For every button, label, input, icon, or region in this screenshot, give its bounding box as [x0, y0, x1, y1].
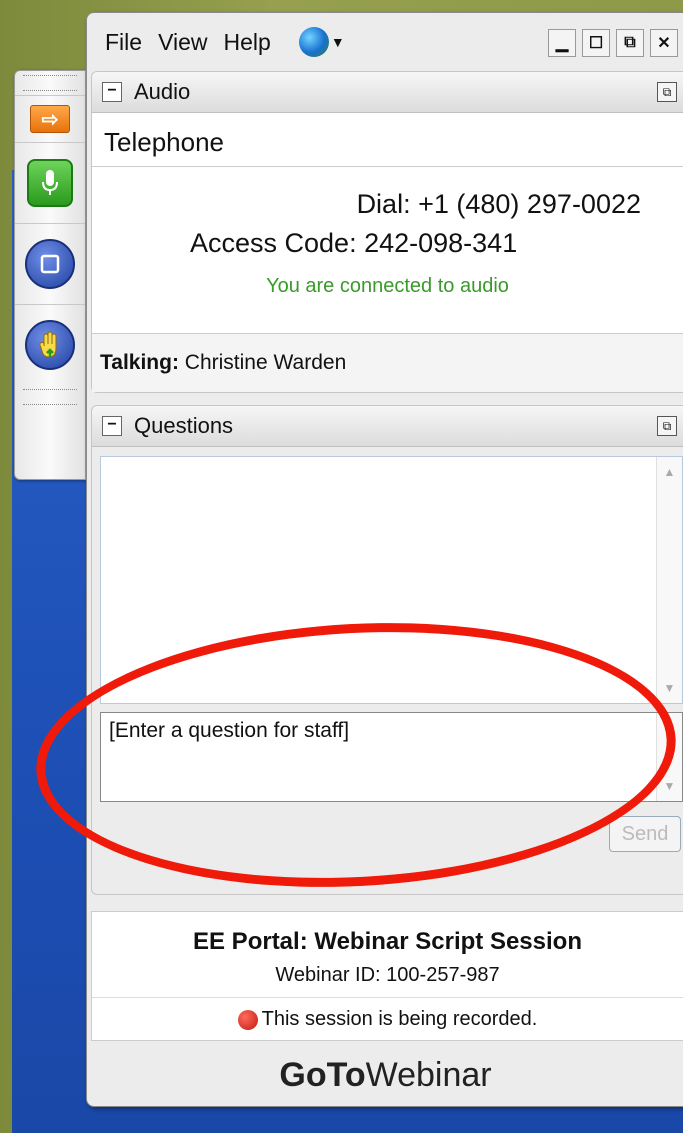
webinar-id: Webinar ID: 100-257-987	[92, 964, 683, 998]
popout-icon[interactable]: ⧉	[657, 82, 677, 102]
audio-title: Audio	[134, 79, 191, 104]
window-controls: ▁ ☐ ⧉ ✕	[548, 29, 678, 57]
scrollbar[interactable]: ▲ ▼	[656, 457, 682, 703]
audio-mode[interactable]: Telephone	[92, 113, 683, 167]
questions-title: Questions	[134, 413, 234, 438]
hand-glyph	[39, 331, 57, 358]
chevron-down-icon[interactable]: ▼	[331, 34, 345, 50]
record-icon	[237, 1009, 258, 1030]
microphone-glyph	[42, 170, 58, 195]
audio-status: You are connected to audio	[266, 275, 509, 297]
maximize-button[interactable]: ☐	[582, 29, 610, 57]
toolbar-cell-hand	[15, 304, 85, 385]
dial-number: Dial: +1 (480) 297-0022	[356, 189, 641, 219]
toolbar-cell-screen	[15, 223, 85, 304]
globe-icon[interactable]	[298, 27, 329, 57]
menu-view[interactable]: View	[158, 29, 207, 56]
menu-bar: File View Help ▼ ▁ ☐ ⧉ ✕	[87, 13, 683, 71]
scroll-down-icon[interactable]: ▼	[664, 779, 676, 793]
microphone-icon[interactable]	[27, 159, 73, 207]
popout-icon[interactable]: ⧉	[657, 416, 677, 436]
scroll-up-icon[interactable]: ▲	[664, 465, 676, 479]
toolbar-grip-bottom[interactable]	[23, 389, 77, 405]
audio-pane: − Audio ⧉ Telephone Dial: +1 (480) 297-0…	[91, 71, 683, 393]
scroll-down-icon[interactable]: ▼	[664, 681, 676, 695]
collapse-icon[interactable]: −	[102, 416, 122, 436]
close-button[interactable]: ✕	[650, 29, 678, 57]
talking-indicator: Talking: Christine Warden	[92, 333, 683, 392]
brand-logo: GoToWebinar	[279, 1056, 492, 1094]
screen-icon[interactable]	[25, 239, 75, 289]
session-title: EE Portal: Webinar Script Session	[193, 928, 582, 955]
collapse-icon[interactable]: −	[102, 82, 122, 102]
recording-notice: This session is being recorded.	[92, 1008, 683, 1031]
menu-file[interactable]: File	[105, 29, 142, 56]
session-info: EE Portal: Webinar Script Session Webina…	[91, 911, 683, 1041]
control-toolbar: ⇨	[14, 70, 86, 480]
gotowebinar-panel: File View Help ▼ ▁ ☐ ⧉ ✕ − Audio ⧉ Telep…	[86, 12, 683, 1107]
recording-text: This session is being recorded.	[261, 1008, 538, 1030]
restore-button[interactable]: ⧉	[616, 29, 644, 57]
toolbar-cell-arrow: ⇨	[15, 95, 85, 142]
hand-icon[interactable]	[25, 320, 75, 370]
toolbar-cell-mic	[15, 142, 85, 223]
audio-header: − Audio ⧉	[92, 72, 683, 113]
access-code: Access Code: 242-098-341	[190, 228, 518, 258]
talking-label: Talking:	[100, 351, 179, 374]
screen-glyph	[40, 254, 60, 274]
arrow-icon[interactable]: ⇨	[30, 105, 70, 133]
questions-header: − Questions ⧉	[92, 406, 683, 447]
minimize-button[interactable]: ▁	[548, 29, 576, 57]
menu-help[interactable]: Help	[224, 29, 271, 56]
send-button[interactable]: Send	[609, 816, 681, 852]
toolbar-grip[interactable]	[23, 75, 77, 91]
talking-name: Christine Warden	[184, 351, 347, 374]
